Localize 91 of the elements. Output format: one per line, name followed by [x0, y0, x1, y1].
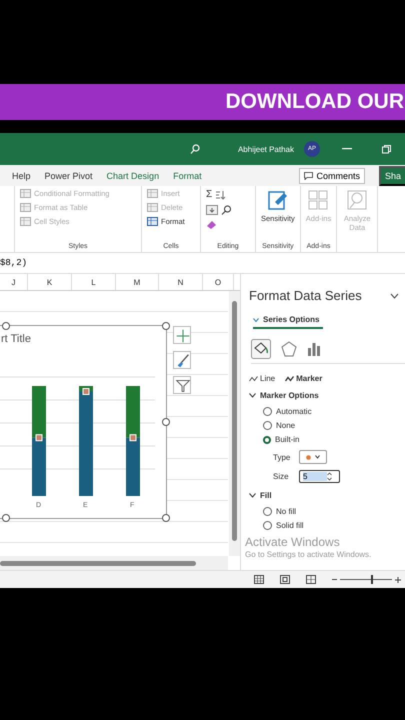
- chart-title: rt Title: [1, 333, 31, 345]
- restore-icon[interactable]: [382, 144, 391, 154]
- paint-bucket-icon[interactable]: [251, 339, 271, 359]
- column-header[interactable]: N: [159, 274, 203, 290]
- eraser-icon[interactable]: [206, 220, 217, 229]
- vertical-scrollbar[interactable]: [229, 291, 240, 556]
- dot-icon: [306, 454, 311, 460]
- share-button[interactable]: Sha: [378, 166, 405, 186]
- search-icon[interactable]: [221, 205, 232, 215]
- chart-element-button[interactable]: [173, 376, 191, 394]
- option-label: None: [276, 421, 296, 430]
- horizontal-scrollbar[interactable]: [0, 556, 228, 570]
- column-header[interactable]: L: [72, 274, 116, 290]
- resize-handle[interactable]: [162, 514, 170, 522]
- normal-view-icon[interactable]: [254, 575, 264, 584]
- search-icon[interactable]: [190, 144, 200, 154]
- bar-segment[interactable]: [32, 386, 46, 438]
- user-name: Abhijeet Pathak: [238, 144, 294, 154]
- comments-button[interactable]: Comments: [299, 168, 365, 184]
- radio-button[interactable]: [263, 436, 271, 444]
- chart-element-button[interactable]: [173, 326, 191, 344]
- column-header[interactable]: M: [116, 274, 159, 290]
- radio-button[interactable]: [263, 407, 272, 416]
- pentagon-icon[interactable]: [281, 341, 297, 357]
- table-icon: [20, 203, 31, 212]
- ribbon-tab[interactable]: Format: [173, 170, 202, 180]
- radio-button[interactable]: [263, 507, 272, 516]
- ribbon-tab[interactable]: Power Pivot: [44, 170, 93, 180]
- plus-icon: [395, 576, 401, 582]
- table-icon: [20, 217, 31, 226]
- marker-type-dropdown[interactable]: [299, 450, 327, 464]
- pencil-document-icon: [266, 189, 289, 211]
- section-header[interactable]: Fill: [249, 491, 405, 500]
- size-spinner[interactable]: 5: [299, 470, 340, 483]
- pane-title: Format Data Series: [249, 288, 362, 303]
- formula-text: $8,2): [0, 258, 28, 268]
- subtab[interactable]: Marker: [285, 374, 322, 383]
- subtab[interactable]: Line: [249, 374, 276, 383]
- caret-icon: [315, 455, 320, 459]
- comment-icon: [304, 172, 314, 180]
- chevron-down-icon: [253, 318, 259, 322]
- table-icon: [20, 189, 31, 198]
- resize-handle[interactable]: [2, 514, 10, 522]
- grid-icon: [307, 189, 330, 211]
- column-header[interactable]: K: [28, 274, 72, 290]
- option-label: Built-in: [275, 435, 300, 444]
- chevron-icon: [249, 493, 256, 498]
- table-icon: [147, 217, 158, 226]
- magnifier-icon: [346, 189, 368, 211]
- watermark-text: Go to Settings to activate Windows.: [245, 550, 372, 559]
- filter-icon: [174, 377, 192, 395]
- resize-handle[interactable]: [2, 322, 10, 330]
- option-label: Solid fill: [276, 521, 304, 530]
- data-marker[interactable]: [82, 388, 90, 395]
- chevron-icon: [249, 393, 256, 398]
- field-label: Size: [273, 472, 290, 481]
- table-icon: [147, 203, 158, 212]
- plus-icon: [174, 327, 192, 345]
- data-marker[interactable]: [36, 434, 42, 442]
- watermark-title: Activate Windows: [245, 536, 340, 549]
- field-label: Type: [273, 452, 291, 462]
- radio-button[interactable]: [263, 521, 272, 530]
- option-label: No fill: [276, 507, 296, 516]
- ribbon-tab[interactable]: Chart Design: [106, 170, 160, 180]
- column-header[interactable]: J: [0, 274, 28, 290]
- minus-icon: [332, 578, 337, 580]
- minimize-icon[interactable]: [342, 148, 352, 150]
- data-marker[interactable]: [130, 434, 136, 442]
- sort-filter-icon[interactable]: [215, 190, 228, 200]
- banner-text: DOWNLOAD OUR: [226, 90, 404, 114]
- section-header[interactable]: Marker Options: [249, 391, 405, 400]
- page-layout-icon[interactable]: [280, 575, 290, 584]
- fill-down-icon[interactable]: [206, 205, 218, 215]
- sum-button[interactable]: Σ: [206, 189, 212, 200]
- page-break-icon[interactable]: [306, 575, 316, 584]
- ribbon-tab[interactable]: Help: [12, 170, 31, 180]
- resize-handle[interactable]: [162, 322, 170, 330]
- pane-tab[interactable]: Series Options: [253, 315, 323, 329]
- line-chart-icon: [249, 376, 258, 382]
- option-label: Automatic: [276, 407, 312, 416]
- chart-element-button[interactable]: [173, 351, 191, 369]
- line-chart-icon: [285, 376, 294, 382]
- column-header[interactable]: O: [203, 274, 234, 290]
- spinner-arrows-icon[interactable]: [327, 472, 332, 481]
- table-icon: [147, 189, 158, 198]
- chevron-down-icon[interactable]: [390, 292, 399, 298]
- radio-button[interactable]: [263, 421, 272, 430]
- resize-handle[interactable]: [162, 418, 170, 426]
- bar-segment[interactable]: [126, 386, 140, 438]
- bar-chart-icon[interactable]: [307, 342, 321, 356]
- zoom-thumb[interactable]: [371, 575, 374, 584]
